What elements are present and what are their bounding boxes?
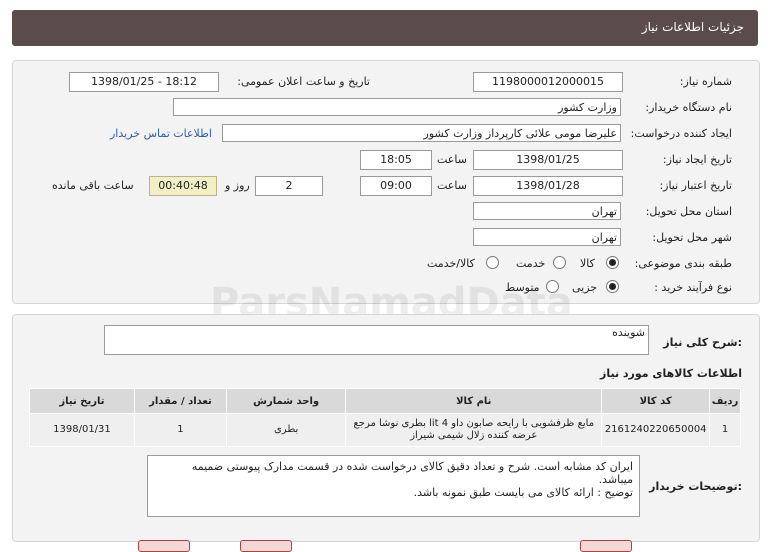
category-option-service: خدمت — [516, 257, 546, 270]
process-label: نوع فرآیند خرید : — [654, 281, 732, 294]
province-label: استان محل تحویل: — [645, 205, 732, 218]
valid-time-field: 09:00 — [360, 176, 432, 196]
valid-time-word: ساعت — [437, 179, 467, 192]
announce-field: 1398/01/25 - 18:12 — [69, 72, 219, 92]
buyer-notes-box: ایران کد مشابه است. شرح و تعداد دقیق کال… — [147, 455, 640, 517]
buyer-notes-line1: ایران کد مشابه است. شرح و تعداد دقیق کال… — [191, 460, 633, 473]
created-date-label: تاریخ ایجاد نیاز: — [662, 153, 732, 166]
items-table-header: ردیف کد کالا نام کالا واحد شمارش تعداد /… — [29, 388, 741, 414]
category-radio-both[interactable] — [486, 256, 499, 269]
need-number-field: 1198000012000015 — [473, 72, 623, 92]
buyer-org-field: وزارت کشور — [173, 98, 621, 116]
creator-label: ایجاد کننده درخواست: — [630, 127, 732, 140]
process-option-medium: متوسط — [505, 281, 540, 294]
cell-name-line2: عرضه کننده زلال شیمی شیراز — [410, 430, 538, 441]
announce-label: تاریخ و ساعت اعلان عمومی: — [237, 75, 370, 88]
col-qty: تعداد / مقدار — [133, 388, 228, 414]
cell-row: 1 — [709, 413, 741, 447]
city-field: تهران — [473, 228, 621, 246]
category-radio-goods[interactable] — [606, 256, 619, 269]
process-radio-minor[interactable] — [606, 280, 619, 293]
bottom-button-3[interactable] — [580, 540, 632, 552]
window-title: جزئیات اطلاعات نیاز — [641, 20, 744, 34]
category-option-goods: کالا — [580, 257, 595, 270]
contact-buyer-link[interactable]: اطلاعات تماس خریدار — [110, 127, 212, 140]
need-number-label: شماره نیاز: — [679, 75, 732, 88]
items-section-title: اطلاعات کالاهای مورد نیاز — [600, 367, 742, 380]
city-label: شهر محل تحویل: — [652, 231, 732, 244]
table-row: 1 2161240220650004 مایع ظرفشویی با رایحه… — [29, 413, 741, 447]
cell-qty: 1 — [133, 413, 228, 447]
cell-name: مایع ظرفشویی با رایحه صابون داو 4 lit بط… — [345, 413, 603, 447]
summary-label: شرح کلی نیاز: — [663, 336, 742, 349]
remaining-label: ساعت باقی مانده — [52, 179, 134, 192]
col-name: نام کالا — [345, 388, 603, 414]
cell-name-line1: مایع ظرفشویی با رایحه صابون داو 4 lit بط… — [353, 418, 595, 429]
cell-unit: بطری — [225, 413, 347, 447]
items-table: ردیف کد کالا نام کالا واحد شمارش تعداد /… — [29, 388, 741, 447]
cell-code: 2161240220650004 — [601, 413, 711, 447]
col-date: تاریخ نیاز — [29, 388, 135, 414]
created-date-field: 1398/01/25 — [473, 150, 623, 170]
col-row: ردیف — [709, 388, 741, 414]
col-code: کد کالا — [601, 388, 711, 414]
valid-date-field: 1398/01/28 — [473, 176, 623, 196]
days-field: 2 — [255, 176, 323, 196]
category-option-both: کالا/خدمت — [427, 257, 475, 270]
col-unit: واحد شمارش — [225, 388, 347, 414]
category-radio-service[interactable] — [553, 256, 566, 269]
process-option-minor: جزیی — [572, 281, 598, 294]
valid-date-label: تاریخ اعتبار نیاز: — [659, 179, 732, 192]
window-titlebar: جزئیات اطلاعات نیاز — [12, 10, 758, 46]
created-time-field: 18:05 — [360, 150, 432, 170]
days-word: روز و — [225, 179, 250, 192]
buyer-org-label: نام دستگاه خریدار: — [645, 101, 732, 114]
summary-field: شوینده — [104, 325, 649, 355]
bottom-button-2[interactable] — [240, 540, 292, 552]
remaining-time-field: 00:40:48 — [149, 176, 217, 196]
buyer-notes-line2: میباشد. — [598, 473, 633, 486]
bottom-button-1[interactable] — [138, 540, 190, 552]
buyer-notes-label: توضیحات خریدار: — [649, 480, 742, 493]
buyer-notes-line3: توضیح : ارائه کالای می بایست طبق نمونه ب… — [413, 486, 633, 499]
cell-date: 1398/01/31 — [29, 413, 135, 447]
category-label: طبقه بندی موضوعی: — [634, 257, 732, 270]
creator-field: علیرضا مومی علائی کارپرداز وزارت کشور — [222, 124, 621, 142]
created-time-word: ساعت — [437, 153, 467, 166]
process-radio-medium[interactable] — [546, 280, 559, 293]
province-field: تهران — [473, 202, 621, 220]
